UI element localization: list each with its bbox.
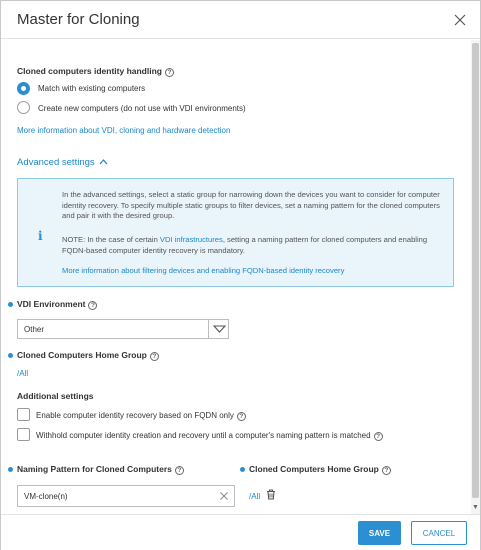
naming-home-group-label: Cloned Computers Home Group? xyxy=(249,464,391,475)
help-icon[interactable]: ? xyxy=(381,466,391,475)
cancel-button[interactable]: CANCEL xyxy=(411,521,467,545)
dialog-footer: SAVE CANCEL xyxy=(1,514,480,550)
select-arrow xyxy=(208,320,229,338)
chevron-down-icon xyxy=(212,325,227,333)
vdi-environment-label: VDI Environment? xyxy=(17,299,98,310)
advanced-info-box: i In the advanced settings, select a sta… xyxy=(17,178,454,287)
naming-pattern-label: Naming Pattern for Cloned Computers? xyxy=(17,464,184,475)
home-group-link[interactable]: /All xyxy=(17,369,28,378)
info-paragraph: In the advanced settings, select a stati… xyxy=(62,190,440,220)
close-icon[interactable] xyxy=(453,13,467,27)
radio-match-existing[interactable] xyxy=(17,82,30,95)
info-more-link[interactable]: More information about filtering devices… xyxy=(62,266,445,277)
withhold-identity-checkbox[interactable] xyxy=(17,428,30,441)
dialog-body: Cloned computers identity handling? Matc… xyxy=(1,40,471,514)
required-dot xyxy=(8,467,13,472)
help-icon[interactable]: ? xyxy=(88,301,98,310)
master-for-cloning-dialog: Master for Cloning Cloned computers iden… xyxy=(0,0,481,550)
radio-create-new-label: Create new computers (do not use with VD… xyxy=(38,104,246,113)
additional-settings-heading: Additional settings xyxy=(17,391,94,401)
clear-icon[interactable] xyxy=(219,491,229,501)
advanced-settings-toggle[interactable]: Advanced settings xyxy=(17,157,108,168)
vdi-environment-value: Other xyxy=(24,325,45,334)
help-icon[interactable]: ? xyxy=(236,412,246,421)
withhold-identity-label: Withhold computer identity creation and … xyxy=(36,431,383,441)
scroll-down-icon[interactable]: ▼ xyxy=(472,504,479,512)
help-icon[interactable]: ? xyxy=(174,466,184,475)
dialog-title: Master for Cloning xyxy=(17,11,140,28)
radio-create-new[interactable] xyxy=(17,101,30,114)
help-icon[interactable]: ? xyxy=(149,352,159,361)
trash-icon[interactable] xyxy=(266,489,276,500)
chevron-up-icon xyxy=(99,159,108,165)
info-icon: i xyxy=(38,229,43,243)
radio-match-existing-label: Match with existing computers xyxy=(38,84,146,93)
naming-pattern-input[interactable] xyxy=(17,485,235,507)
home-group-label: Cloned Computers Home Group? xyxy=(17,350,159,361)
more-info-vdi-link[interactable]: More information about VDI, cloning and … xyxy=(17,126,230,135)
help-icon[interactable]: ? xyxy=(164,68,174,77)
required-dot xyxy=(8,353,13,358)
save-button[interactable]: SAVE xyxy=(358,521,401,545)
vdi-infrastructures-link[interactable]: VDI infrastructures xyxy=(160,235,223,244)
vdi-environment-select[interactable]: Other xyxy=(17,319,229,339)
scrollbar-thumb[interactable] xyxy=(472,43,479,498)
info-note: NOTE: In the case of certain VDI infrast… xyxy=(62,235,428,255)
fqdn-only-label: Enable computer identity recovery based … xyxy=(36,411,246,421)
help-icon[interactable]: ? xyxy=(373,432,383,441)
naming-home-group-link[interactable]: /All xyxy=(249,492,260,501)
fqdn-only-checkbox[interactable] xyxy=(17,408,30,421)
required-dot xyxy=(240,467,245,472)
dialog-header: Master for Cloning xyxy=(1,1,480,39)
identity-heading: Cloned computers identity handling? xyxy=(17,66,174,77)
required-dot xyxy=(8,302,13,307)
